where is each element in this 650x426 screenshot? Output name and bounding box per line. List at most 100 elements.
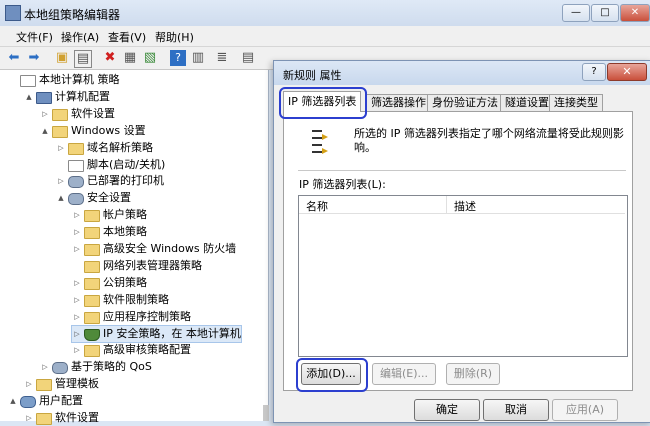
add-button[interactable]: 添加(D)... — [301, 363, 361, 385]
gear-icon — [68, 193, 84, 206]
tree-item[interactable]: ▷ 帐户策略 — [72, 207, 147, 223]
filter-list-view[interactable] — [298, 195, 628, 357]
tree-item[interactable]: ▷ 本地策略 — [72, 224, 147, 240]
tree-item[interactable]: ▷ IP 安全策略，在 本地计算机 — [71, 324, 242, 343]
tree-item-label: 软件设置 — [55, 411, 99, 424]
tree-item[interactable]: ▷ 高级审核策略配置 — [72, 342, 191, 358]
dialog-close-button[interactable]: ✕ — [607, 63, 647, 81]
expand-toggle-icon[interactable]: ▲ — [40, 123, 50, 139]
expand-toggle-icon[interactable]: ▷ — [24, 410, 34, 426]
tree-item-label: 公钥策略 — [103, 275, 147, 289]
expand-toggle-icon[interactable]: ▷ — [40, 359, 50, 375]
delete-icon[interactable]: ✖ — [102, 50, 118, 66]
expand-toggle-icon[interactable]: ▲ — [8, 393, 18, 409]
tree-item[interactable]: ▷ 软件限制策略 — [72, 292, 169, 308]
tree-item-label: 应用程序控制策略 — [103, 309, 191, 323]
edit-button[interactable]: 编辑(E)... — [372, 363, 436, 385]
dialog-help-button[interactable]: ? — [582, 63, 606, 81]
tree-item-label: 域名解析策略 — [87, 140, 153, 154]
filter-list-icon — [312, 130, 328, 154]
filter-icon[interactable]: ≣ — [214, 50, 230, 66]
expand-toggle-icon[interactable]: ▲ — [56, 190, 66, 206]
expand-toggle-icon[interactable]: ▷ — [72, 224, 82, 240]
tree-item[interactable]: ▲ Windows 设置 — [40, 123, 146, 139]
delete-button[interactable]: 删除(R) — [446, 363, 500, 385]
column-separator[interactable] — [446, 196, 447, 213]
folder-icon — [36, 379, 52, 392]
tab-filter-action[interactable]: 筛选器操作 — [366, 94, 431, 111]
tree-item[interactable]: ▷ 软件设置 — [40, 106, 115, 122]
expand-toggle-icon[interactable]: ▷ — [24, 376, 34, 392]
tree-item[interactable]: ▷ 软件设置 — [24, 410, 99, 426]
show-tree-icon[interactable]: ▤ — [74, 50, 92, 68]
menu-action[interactable]: 操作(A) — [61, 29, 99, 45]
tab-connection-type[interactable]: 连接类型 — [549, 94, 603, 111]
scrollbar-thumb[interactable] — [263, 405, 269, 421]
window-title: 本地组策略编辑器 — [24, 8, 121, 22]
menu-file[interactable]: 文件(F) — [16, 29, 53, 45]
menu-view[interactable]: 查看(V) — [108, 29, 146, 45]
tree-item[interactable]: ▷ 管理模板 — [24, 376, 99, 392]
forward-arrow-icon[interactable]: ➡ — [26, 50, 42, 66]
up-folder-icon[interactable]: ▣ — [54, 50, 70, 66]
tree-item[interactable]: ▲ 用户配置 — [8, 393, 83, 409]
expand-toggle-icon[interactable]: ▷ — [72, 275, 82, 291]
expand-toggle-icon[interactable]: ▷ — [72, 309, 82, 325]
tree-item-label: 管理模板 — [55, 377, 99, 391]
column-description[interactable]: 描述 — [454, 198, 476, 214]
script-icon[interactable]: ▤ — [240, 50, 256, 66]
tree-item[interactable]: ▷ 基于策略的 QoS — [40, 359, 152, 375]
expand-toggle-icon[interactable]: ▷ — [72, 207, 82, 223]
minimize-button[interactable]: — — [562, 4, 590, 22]
divider — [298, 170, 626, 171]
folder-icon — [84, 311, 100, 324]
expand-toggle-icon[interactable]: ▷ — [72, 241, 82, 257]
maximize-button[interactable]: □ — [591, 4, 619, 22]
tab-authentication-methods[interactable]: 身份验证方法 — [427, 94, 503, 111]
close-button[interactable]: ✕ — [620, 4, 650, 22]
tree-item-label: 已部署的打印机 — [87, 174, 164, 188]
tab-tunnel-settings[interactable]: 隧道设置 — [500, 94, 554, 111]
back-arrow-icon[interactable]: ⬅ — [6, 50, 22, 66]
tree-item[interactable]: 本地计算机 策略 — [8, 72, 120, 88]
tree-item-label: 安全设置 — [87, 191, 131, 205]
expand-toggle-icon[interactable]: ▷ — [72, 326, 82, 342]
filter-list-label: IP 筛选器列表(L): — [299, 178, 386, 191]
folder-icon — [36, 413, 52, 425]
tree-item[interactable]: ▷ 已部署的打印机 — [56, 173, 164, 189]
tree-item[interactable]: 脚本(启动/关机) — [56, 157, 165, 173]
dialog-title: 新规则 属性 — [283, 69, 342, 82]
expand-toggle-icon[interactable]: ▷ — [56, 173, 66, 189]
menu-help[interactable]: 帮助(H) — [155, 29, 194, 45]
column-name[interactable]: 名称 — [306, 198, 328, 214]
properties-icon[interactable]: ▦ — [122, 50, 138, 66]
tree-item-label: 基于策略的 QoS — [71, 360, 152, 374]
expand-toggle-icon[interactable]: ▷ — [56, 140, 66, 156]
gear-icon — [52, 362, 68, 375]
expand-toggle-icon[interactable]: ▷ — [72, 292, 82, 308]
tree-item[interactable]: ▷ 应用程序控制策略 — [72, 309, 191, 325]
view-icon[interactable]: ▥ — [190, 50, 206, 66]
tree-item-label: 本地策略 — [103, 225, 147, 239]
tree-item[interactable]: ▲ 安全设置 — [56, 190, 131, 206]
tab-ip-filter-list[interactable]: IP 筛选器列表 — [283, 91, 362, 112]
tree-item[interactable]: ▲ 计算机配置 — [24, 89, 110, 105]
user-icon — [20, 396, 36, 409]
expand-toggle-icon[interactable]: ▲ — [24, 89, 34, 105]
cancel-button[interactable]: 取消 — [483, 399, 549, 421]
tree-item[interactable]: ▷ 高级安全 Windows 防火墙 — [72, 241, 236, 257]
tree-item[interactable]: ▷ 域名解析策略 — [56, 140, 153, 156]
ok-button[interactable]: 确定 — [414, 399, 480, 421]
tree-item-label: IP 安全策略，在 本地计算机 — [103, 326, 241, 340]
tree-item-label: 网络列表管理器策略 — [103, 258, 202, 272]
tree-item[interactable]: ▷ 公钥策略 — [72, 275, 147, 291]
tree-item-label: 计算机配置 — [55, 89, 110, 103]
expand-toggle-icon[interactable]: ▷ — [72, 342, 82, 358]
tree-item[interactable]: 网络列表管理器策略 — [72, 258, 202, 274]
lock-icon — [84, 210, 100, 223]
export-icon[interactable]: ▧ — [142, 50, 158, 66]
expand-toggle-icon[interactable]: ▷ — [40, 106, 50, 122]
tree-item-label: 帐户策略 — [103, 208, 147, 222]
apply-button[interactable]: 应用(A) — [552, 399, 618, 421]
help-icon[interactable]: ? — [170, 50, 186, 66]
